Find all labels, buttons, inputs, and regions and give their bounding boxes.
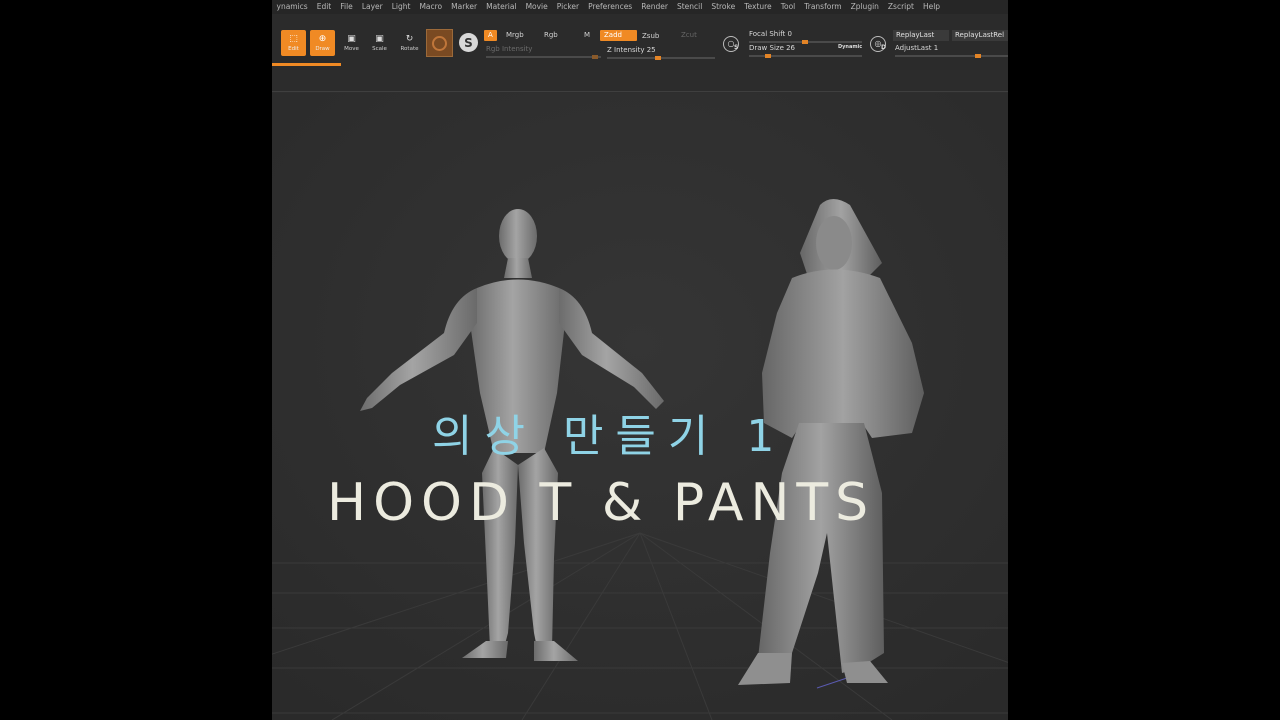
zbrush-window: ynamics Edit File Layer Light Macro Marker Mate…: [272, 0, 1008, 720]
zsub-toggle[interactable]: Zsub: [638, 31, 663, 42]
menu-item-ynamics[interactable]: ynamics: [272, 0, 312, 14]
rotate-button[interactable]: ↻ Rotate: [397, 30, 422, 56]
material-button[interactable]: [426, 29, 453, 57]
draw-label: Draw: [315, 46, 330, 52]
3d-viewport[interactable]: 의상 만들기 1 HOOD T & PANTS: [272, 93, 1008, 720]
mrgb-toggle[interactable]: Mrgb: [502, 30, 528, 41]
adjust-last-knob[interactable]: [975, 54, 981, 58]
focal-shift-slider[interactable]: Focal Shift 0: [749, 30, 862, 44]
menu-item-help[interactable]: Help: [918, 0, 944, 14]
edit-label: Edit: [288, 46, 299, 52]
menu-item-light[interactable]: Light: [387, 0, 415, 14]
secondary-toolbar: [272, 70, 1008, 92]
menu-item-zplugin[interactable]: Zplugin: [846, 0, 883, 14]
rgb-intensity-label: Rgb Intensity: [486, 45, 533, 53]
dynamic-toggle[interactable]: Dynamic: [838, 44, 862, 50]
menu-bar: ynamics Edit File Layer Light Macro Marker Mate…: [272, 0, 1008, 14]
menu-item-transform[interactable]: Transform: [800, 0, 846, 14]
zcut-toggle[interactable]: Zcut: [677, 30, 701, 41]
toolbar: ⬚ Edit ⊕ Draw ▣ Move ▣ Scale ↻ Rotate S …: [272, 14, 1008, 70]
adjust-last-label: AdjustLast 1: [895, 44, 939, 52]
menu-item-marker[interactable]: Marker: [447, 0, 482, 14]
menu-item-picker[interactable]: Picker: [552, 0, 583, 14]
menu-item-zscript[interactable]: Zscript: [883, 0, 918, 14]
menu-item-movie[interactable]: Movie: [521, 0, 552, 14]
rgb-toggle[interactable]: Rgb: [540, 30, 562, 41]
menu-item-stencil[interactable]: Stencil: [672, 0, 706, 14]
move-icon: ▣: [347, 34, 356, 44]
title-english: HOOD T & PANTS: [327, 473, 876, 533]
draw-size-knob[interactable]: [765, 54, 771, 58]
rotate-icon: ↻: [405, 34, 414, 44]
move-button[interactable]: ▣ Move: [339, 30, 364, 56]
focal-shift-label: Focal Shift 0: [749, 30, 792, 38]
draw-icon: ⊕: [318, 34, 327, 44]
a-toggle[interactable]: A: [484, 30, 497, 41]
zadd-toggle[interactable]: Zadd: [600, 30, 637, 41]
d-sub-label: D: [881, 44, 886, 51]
stroke-icon: S: [464, 35, 473, 50]
rgb-intensity-track: [486, 56, 601, 58]
stroke-button[interactable]: S: [459, 33, 478, 52]
adjust-last-track: [895, 55, 1008, 57]
rgb-intensity-knob[interactable]: [592, 55, 598, 59]
m-toggle[interactable]: M: [580, 30, 594, 41]
z-intensity-label: Z Intensity 25: [607, 46, 656, 54]
menu-item-preferences[interactable]: Preferences: [584, 0, 637, 14]
move-label: Move: [344, 46, 359, 52]
menu-item-layer[interactable]: Layer: [357, 0, 387, 14]
menu-item-macro[interactable]: Macro: [415, 0, 447, 14]
s-sub-label: S: [734, 44, 739, 51]
menu-item-texture[interactable]: Texture: [740, 0, 776, 14]
menu-item-stroke[interactable]: Stroke: [707, 0, 740, 14]
menu-item-edit[interactable]: Edit: [312, 0, 336, 14]
edit-icon: ⬚: [289, 34, 298, 44]
rgb-intensity-slider[interactable]: Rgb Intensity: [486, 45, 601, 59]
edit-button[interactable]: ⬚ Edit: [281, 30, 306, 56]
scale-icon: ▣: [375, 34, 384, 44]
replay-last-rel-button[interactable]: ReplayLastRel: [952, 30, 1008, 41]
menu-item-file[interactable]: File: [336, 0, 358, 14]
title-korean: 의상 만들기 1: [432, 411, 787, 462]
material-icon: [432, 35, 447, 51]
z-intensity-knob[interactable]: [655, 56, 661, 60]
menu-item-render[interactable]: Render: [637, 0, 673, 14]
replay-last-button[interactable]: ReplayLast: [893, 30, 949, 41]
menu-item-material[interactable]: Material: [482, 0, 521, 14]
scale-label: Scale: [372, 46, 387, 52]
z-intensity-slider[interactable]: Z Intensity 25: [607, 46, 715, 60]
scale-button[interactable]: ▣ Scale: [367, 30, 392, 56]
progress-indicator: [272, 63, 341, 66]
draw-button[interactable]: ⊕ Draw: [310, 30, 335, 56]
z-intensity-track: [607, 57, 715, 59]
rotate-label: Rotate: [400, 46, 419, 52]
adjust-last-slider[interactable]: AdjustLast 1: [895, 44, 1008, 58]
draw-size-label: Draw Size 26: [749, 44, 796, 52]
menu-item-tool[interactable]: Tool: [776, 0, 800, 14]
